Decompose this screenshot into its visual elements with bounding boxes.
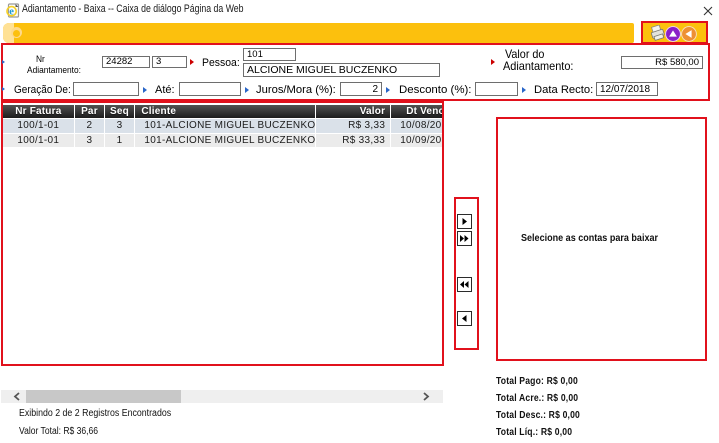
svg-text:e: e: [9, 6, 14, 17]
